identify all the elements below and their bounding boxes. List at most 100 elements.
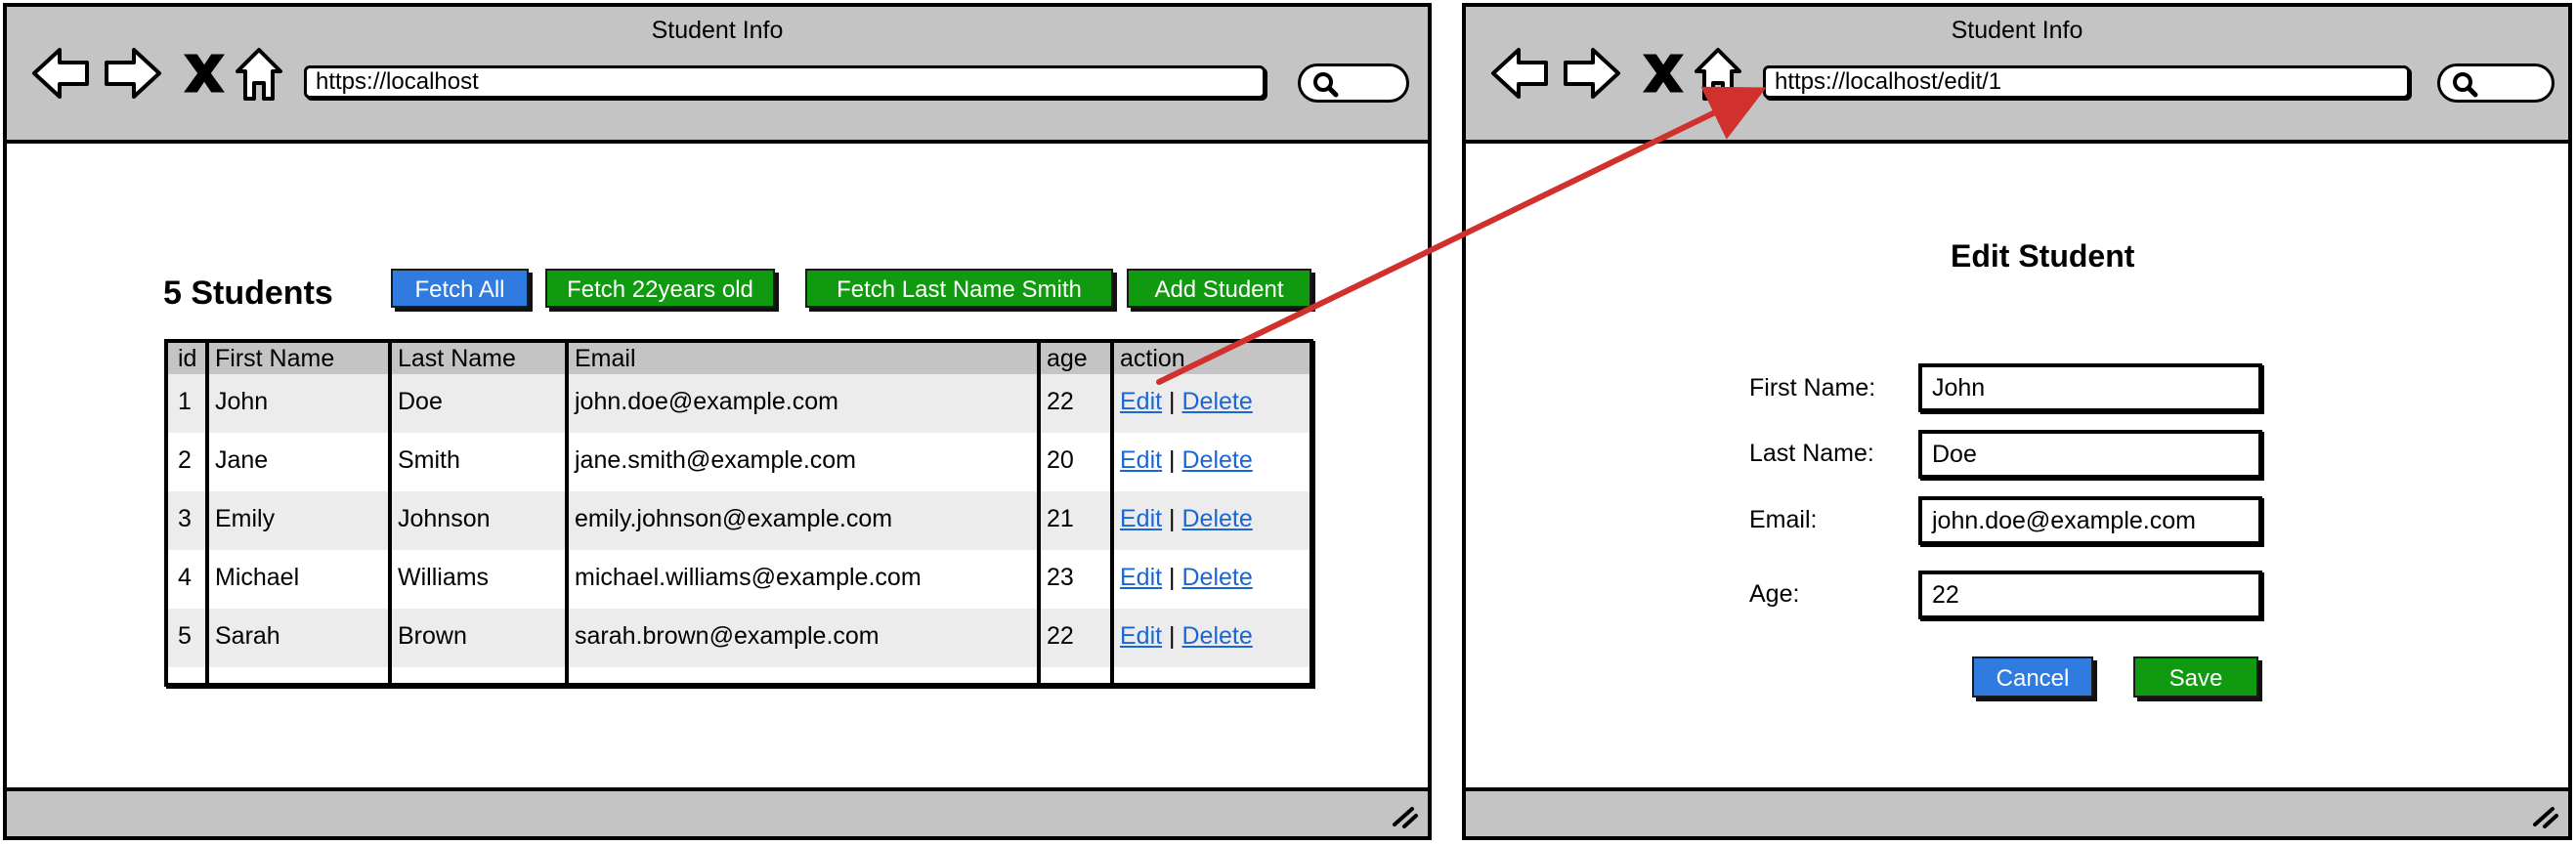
resize-grip-icon[interactable] [1393, 807, 1418, 828]
row-actions: Edit | Delete [1120, 564, 1253, 592]
fetch-all-button[interactable]: Fetch All [391, 269, 529, 308]
delete-link[interactable]: Delete [1182, 388, 1253, 415]
first-name-field[interactable]: John [1918, 363, 2262, 412]
back-arrow-icon[interactable] [1491, 48, 1548, 99]
cell-first-name: Sarah [215, 622, 280, 650]
cell-first-name: Jane [215, 446, 269, 474]
column-header-last-name: Last Name [398, 345, 516, 372]
column-divider [388, 343, 392, 683]
cell-last-name: Doe [398, 388, 443, 415]
back-arrow-icon[interactable] [32, 48, 89, 99]
browser-toolbar: Student Info https://localhost/edit/1 [1466, 7, 2568, 144]
edit-link[interactable]: Edit [1120, 446, 1162, 474]
home-icon[interactable] [1695, 48, 1741, 101]
delete-link[interactable]: Delete [1182, 564, 1253, 591]
search-box[interactable] [1298, 63, 1409, 103]
delete-link[interactable]: Delete [1182, 446, 1253, 474]
last-name-label: Last Name: [1749, 440, 1874, 467]
cell-email: emily.johnson@example.com [575, 505, 893, 532]
table-row: 2 Jane Smith jane.smith@example.com 20 E… [168, 433, 1309, 491]
email-label: Email: [1749, 506, 1818, 533]
edit-link[interactable]: Edit [1120, 622, 1162, 650]
cell-email: michael.williams@example.com [575, 564, 922, 591]
edit-link[interactable]: Edit [1120, 388, 1162, 415]
save-button[interactable]: Save [2133, 656, 2258, 698]
edit-student-window: Student Info https://localhost/edit/1 [1462, 3, 2572, 840]
age-field[interactable]: 22 [1918, 571, 2262, 619]
first-name-label: First Name: [1749, 374, 1876, 402]
search-icon [2453, 72, 2478, 98]
column-divider [1037, 343, 1041, 683]
cell-last-name: Johnson [398, 505, 491, 532]
action-separator: | [1169, 622, 1176, 650]
cell-last-name: Williams [398, 564, 490, 591]
browser-toolbar: Student Info https://localhost [7, 7, 1428, 144]
column-divider [205, 343, 209, 683]
home-icon[interactable] [236, 48, 282, 101]
student-list-window: Student Info https://localhost 5 Student… [3, 3, 1432, 840]
row-actions: Edit | Delete [1120, 505, 1253, 533]
cell-age: 20 [1047, 446, 1074, 474]
forward-arrow-icon[interactable] [1564, 48, 1620, 99]
cell-id: 1 [178, 388, 192, 415]
action-separator: | [1169, 505, 1176, 532]
column-header-action: action [1120, 345, 1185, 372]
column-header-age: age [1047, 345, 1088, 372]
cell-id: 3 [178, 505, 192, 532]
row-actions: Edit | Delete [1120, 446, 1253, 475]
table-header: id First Name Last Name Email age action [168, 343, 1309, 374]
address-bar[interactable]: https://localhost/edit/1 [1763, 65, 2410, 99]
column-header-first-name: First Name [215, 345, 335, 372]
browser-nav-buttons [1489, 42, 1773, 105]
window-title: Student Info [1951, 17, 2083, 44]
action-separator: | [1169, 388, 1176, 415]
cell-id: 5 [178, 622, 192, 650]
resize-grip-icon[interactable] [2533, 807, 2558, 828]
action-separator: | [1169, 564, 1176, 591]
close-icon[interactable] [1643, 54, 1684, 93]
table-row: 3 Emily Johnson emily.johnson@example.co… [168, 491, 1309, 550]
edit-link[interactable]: Edit [1120, 505, 1162, 532]
close-icon[interactable] [184, 54, 225, 93]
cell-last-name: Smith [398, 446, 460, 474]
cancel-button[interactable]: Cancel [1972, 656, 2093, 698]
students-count-heading: 5 Students [163, 275, 333, 312]
cell-age: 21 [1047, 505, 1074, 532]
search-box[interactable] [2437, 63, 2555, 103]
search-icon [1313, 72, 1339, 98]
delete-link[interactable]: Delete [1182, 505, 1253, 532]
cell-id: 4 [178, 564, 192, 591]
fetch-22-years-old-button[interactable]: Fetch 22years old [545, 269, 775, 308]
cell-email: sarah.brown@example.com [575, 622, 880, 650]
forward-arrow-icon[interactable] [105, 48, 161, 99]
action-separator: | [1169, 446, 1176, 474]
students-table: id First Name Last Name Email age action… [164, 339, 1313, 687]
add-student-button[interactable]: Add Student [1127, 269, 1311, 308]
address-bar[interactable]: https://localhost [304, 65, 1266, 99]
column-header-email: Email [575, 345, 636, 372]
table-row: 1 John Doe john.doe@example.com 22 Edit … [168, 374, 1309, 433]
cell-age: 23 [1047, 564, 1074, 591]
column-divider [1110, 343, 1114, 683]
cell-first-name: John [215, 388, 269, 415]
browser-nav-buttons [30, 42, 314, 105]
cell-first-name: Michael [215, 564, 300, 591]
status-bar [1466, 787, 2568, 836]
table-row: 4 Michael Williams michael.williams@exam… [168, 550, 1309, 609]
delete-link[interactable]: Delete [1182, 622, 1253, 650]
column-header-id: id [178, 345, 197, 372]
cell-first-name: Emily [215, 505, 276, 532]
status-bar [7, 787, 1428, 836]
last-name-field[interactable]: Doe [1918, 430, 2262, 479]
cell-email: john.doe@example.com [575, 388, 838, 415]
edit-link[interactable]: Edit [1120, 564, 1162, 591]
email-field[interactable]: john.doe@example.com [1918, 496, 2262, 545]
fetch-last-name-smith-button[interactable]: Fetch Last Name Smith [805, 269, 1113, 308]
age-label: Age: [1749, 580, 1800, 608]
table-row: 5 Sarah Brown sarah.brown@example.com 22… [168, 609, 1309, 667]
column-divider [565, 343, 569, 683]
cell-id: 2 [178, 446, 192, 474]
cell-age: 22 [1047, 622, 1074, 650]
cell-last-name: Brown [398, 622, 467, 650]
row-actions: Edit | Delete [1120, 388, 1253, 416]
